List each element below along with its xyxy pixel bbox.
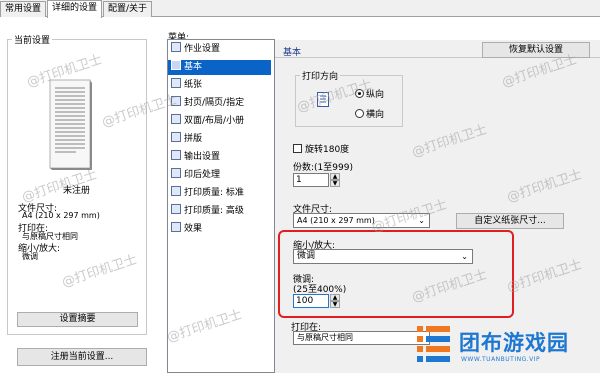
- brand-url: WWW.TUANBUTING.VIP: [461, 356, 541, 363]
- restore-defaults-button[interactable]: 恢复默认设置: [482, 42, 590, 58]
- orientation-title: 打印方向: [300, 69, 341, 82]
- landscape-radio[interactable]: [355, 109, 364, 118]
- output-settings-icon: [171, 150, 181, 160]
- menu-item-output-settings[interactable]: 输出设置: [171, 150, 220, 165]
- tab-common-settings[interactable]: 常用设置: [0, 1, 47, 17]
- tab-detailed-settings[interactable]: 详细的设置: [47, 0, 103, 18]
- menu-item-effects[interactable]: 效果: [171, 222, 202, 237]
- portrait-radio[interactable]: [355, 89, 364, 98]
- duplex-layout-icon: [171, 114, 181, 124]
- orientation-landscape-option[interactable]: 横向: [355, 107, 384, 120]
- paper-icon: [171, 78, 181, 88]
- orientation-group: [295, 75, 403, 127]
- brand-logo: 团布游戏园 WWW.TUANBUTING.VIP: [415, 324, 595, 368]
- copies-down-button[interactable]: ▼: [330, 180, 340, 187]
- menu-list: 作业设置 基本 纸张 封页/隔页/指定 双面/布局/小册 拼版 输出设置 印后处…: [167, 39, 275, 373]
- doc-size-summary-value: A4 (210 x 297 mm): [22, 211, 100, 220]
- imposition-icon: [171, 132, 181, 142]
- cover-page-icon: [171, 96, 181, 106]
- chevron-down-icon: ⌄: [461, 252, 468, 261]
- basic-header-title: 基本: [283, 48, 302, 58]
- print-on-select[interactable]: 与原稿尺寸相同: [293, 331, 430, 345]
- zoom-select[interactable]: 微调 ⌄: [293, 249, 473, 264]
- tab-config-about[interactable]: 配置/关于: [103, 1, 153, 17]
- menu-item-imposition[interactable]: 拼版: [171, 132, 202, 147]
- rotate-180-option[interactable]: 旋转180度: [293, 142, 349, 155]
- menu-item-print-quality-standard[interactable]: 打印质量: 标准: [171, 186, 244, 201]
- chevron-down-icon: ⌄: [418, 216, 425, 225]
- menu-item-cover-page[interactable]: 封页/隔页/指定: [171, 96, 244, 111]
- fine-tune-down-button[interactable]: ▼: [330, 301, 340, 308]
- print-quality-standard-icon: [171, 186, 181, 196]
- orientation-portrait-option[interactable]: 纵向: [355, 87, 384, 100]
- menu-item-duplex-layout[interactable]: 双面/布局/小册: [171, 114, 244, 129]
- rotate-180-checkbox[interactable]: [293, 144, 302, 153]
- menu-item-basic[interactable]: 基本: [168, 60, 271, 75]
- custom-paper-size-button[interactable]: 自定义纸张尺寸...: [456, 213, 564, 229]
- finishing-icon: [171, 168, 181, 178]
- copies-label: 份数:(1至999): [293, 163, 353, 173]
- copies-input[interactable]: 1: [293, 173, 329, 187]
- fine-tune-up-button[interactable]: ▲: [330, 294, 340, 301]
- portrait-page-icon: [317, 92, 329, 110]
- current-settings-title: 当前设置: [12, 33, 53, 46]
- print-quality-advanced-icon: [171, 204, 181, 214]
- register-current-settings-button[interactable]: 注册当前设置...: [17, 348, 147, 366]
- fine-tune-input[interactable]: 100: [293, 294, 329, 308]
- job-settings-icon: [171, 42, 181, 52]
- brand-name: 团布游戏园: [459, 331, 569, 355]
- copies-up-button[interactable]: ▲: [330, 173, 340, 180]
- zoom-summary-value: 微调: [22, 252, 38, 261]
- tab-bar: 常用设置 详细的设置 配置/关于: [0, 0, 600, 18]
- menu-item-job-settings[interactable]: 作业设置: [171, 42, 220, 57]
- page-preview-image: [48, 78, 94, 173]
- brand-logo-icon: [417, 326, 450, 362]
- basic-icon: [171, 60, 181, 70]
- menu-item-paper[interactable]: 纸张: [171, 78, 202, 93]
- effects-icon: [171, 222, 181, 232]
- menu-item-print-quality-advanced[interactable]: 打印质量: 高级: [171, 204, 244, 219]
- settings-summary-button[interactable]: 设置摘要: [17, 312, 138, 327]
- doc-size-select[interactable]: A4 (210 x 297 mm) ⌄: [293, 213, 430, 228]
- registration-status: 未注册: [63, 186, 91, 196]
- menu-item-finishing[interactable]: 印后处理: [171, 168, 220, 183]
